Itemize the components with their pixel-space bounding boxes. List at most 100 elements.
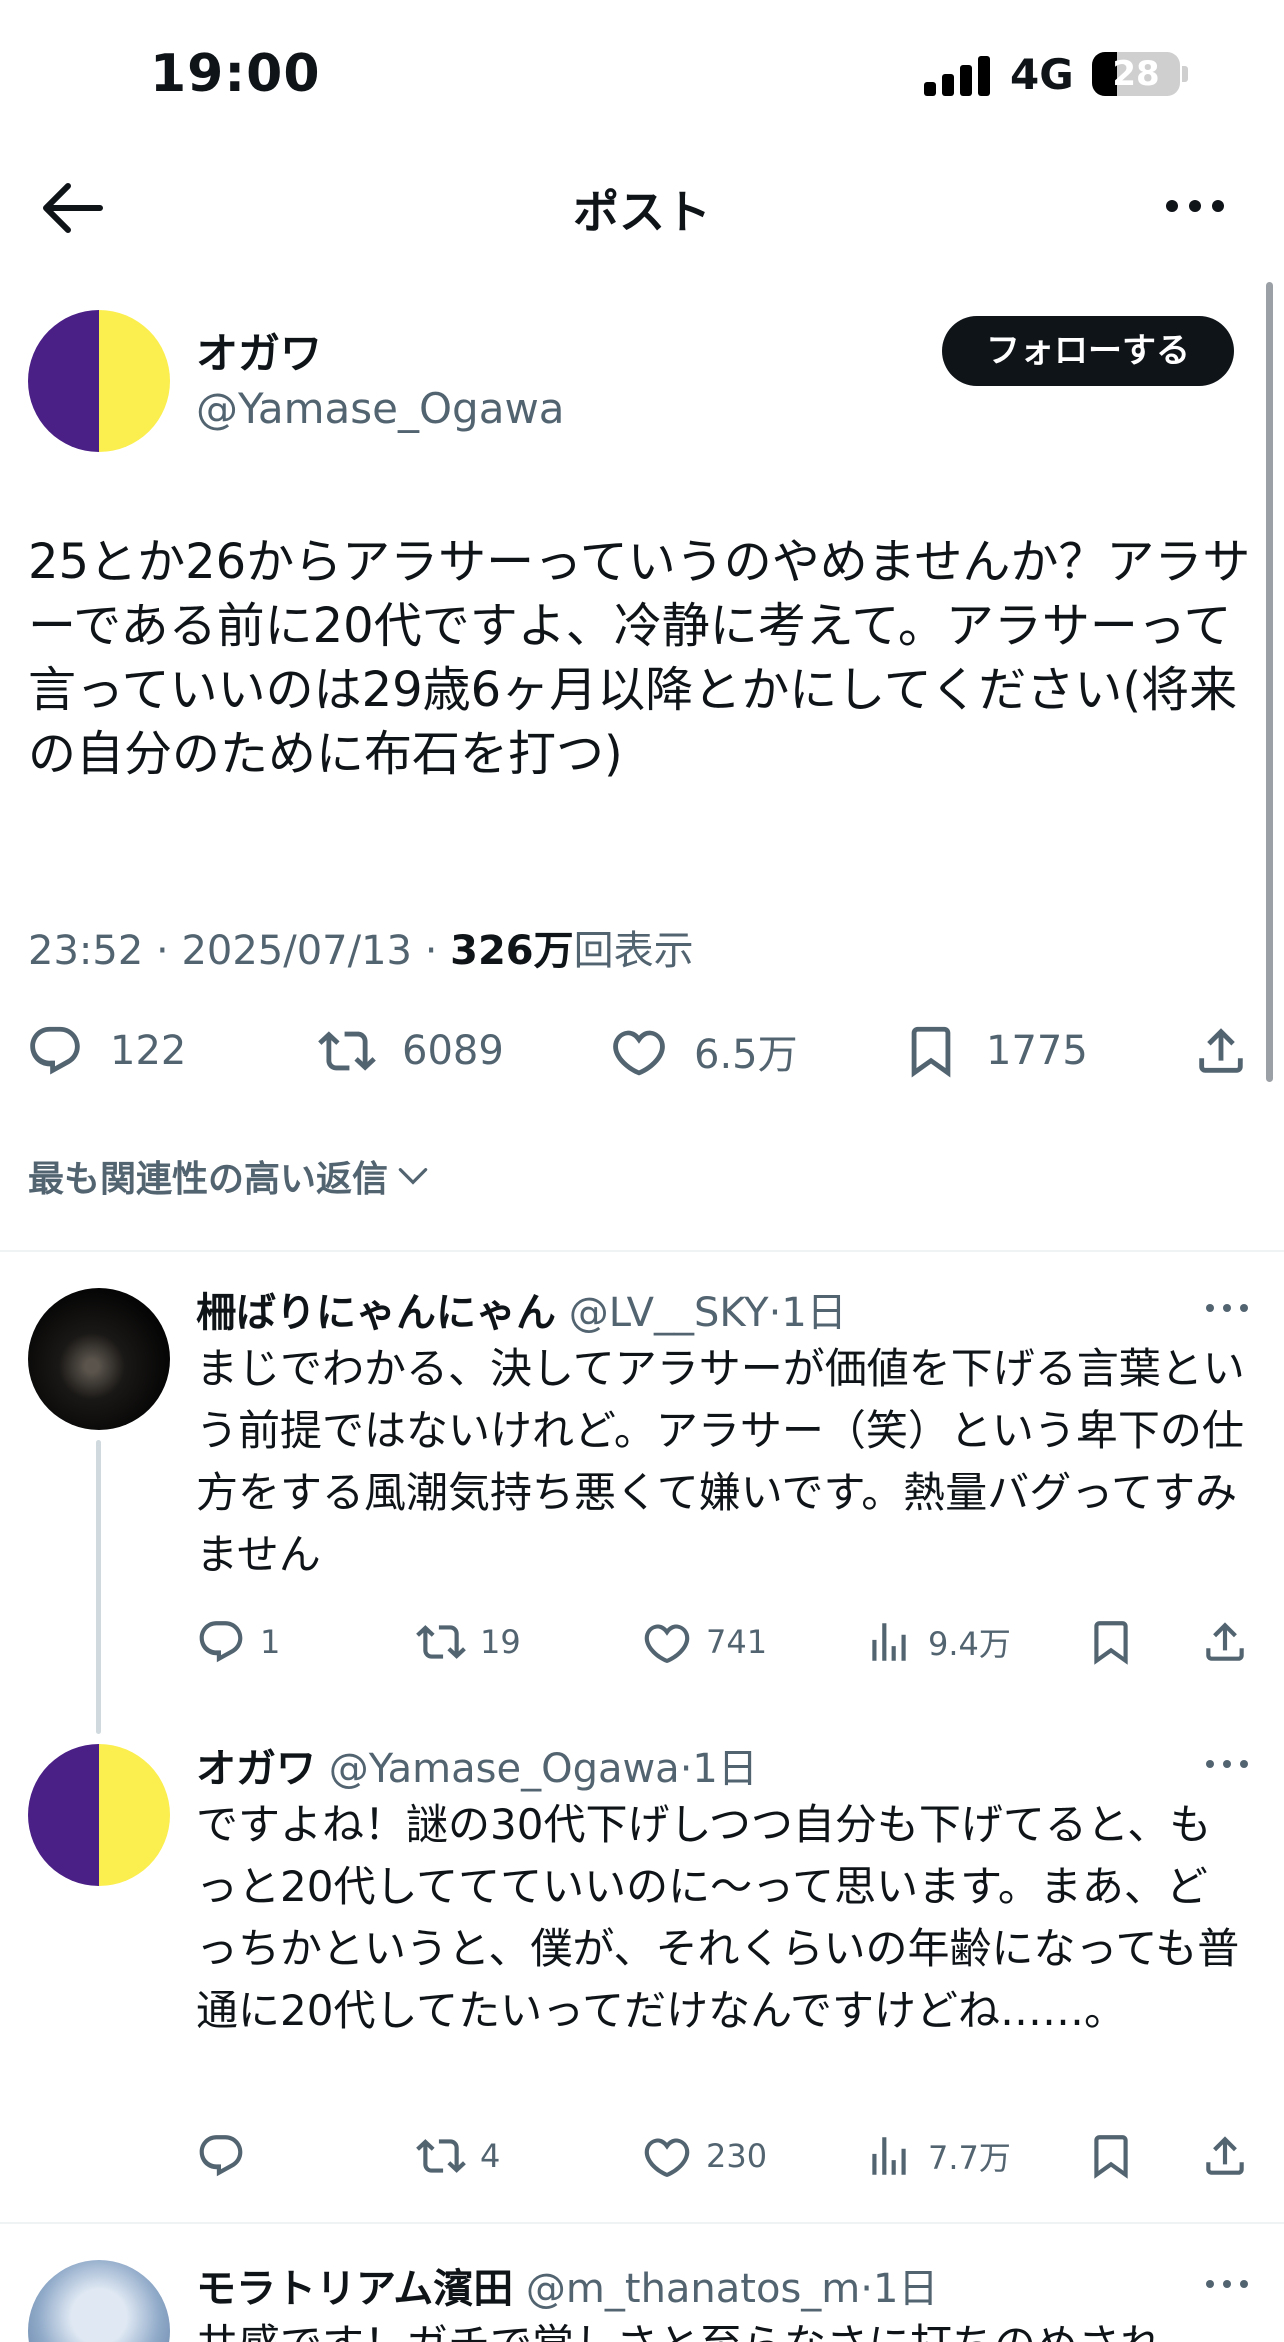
reply-header: 柵ばりにゃんにゃん @LV__SKY·1日 — [196, 1280, 847, 1338]
reply-count: 1 — [260, 1623, 281, 1661]
share-button[interactable] — [1200, 1614, 1264, 1670]
speech-bubble-icon — [26, 1022, 84, 1080]
reply-avatar[interactable] — [28, 1288, 170, 1430]
follow-button[interactable]: フォローする — [942, 316, 1234, 386]
views-count: 7.7万 — [928, 2139, 1011, 2177]
meta-separator: · — [411, 928, 451, 974]
more-horizontal-icon — [1166, 200, 1224, 212]
reply-button[interactable]: 122 — [26, 1016, 186, 1086]
like-count: 741 — [706, 1623, 768, 1661]
reply-time[interactable]: 1日 — [692, 1746, 757, 1792]
views-button[interactable]: 7.7万 — [864, 2128, 1011, 2184]
reply-item[interactable]: モラトリアム濱田 @m_thanatos_m·1日 共感です！ガチで覚しさと至ら… — [0, 2256, 1284, 2342]
status-bar: 19:00 4G 28 — [0, 0, 1284, 150]
bookmark-button[interactable]: 1775 — [902, 1016, 1088, 1086]
reply-button[interactable]: 1 — [196, 1614, 280, 1670]
more-button[interactable] — [1160, 186, 1230, 226]
repost-button[interactable]: 19 — [416, 1614, 521, 1670]
reply-avatar[interactable] — [28, 2260, 170, 2342]
reply-time[interactable]: 1日 — [873, 2266, 938, 2312]
bookmark-icon — [1086, 1617, 1136, 1667]
share-button[interactable] — [1200, 2128, 1264, 2184]
bookmark-count: 1775 — [986, 1028, 1088, 1074]
reply-avatar[interactable] — [28, 1744, 170, 1886]
post-time: 23:52 — [28, 928, 144, 974]
reply-actions: 4 230 7.7万 — [0, 2128, 1284, 2184]
divider — [0, 2222, 1284, 2224]
views-label: 回表示 — [573, 928, 694, 974]
post-meta: 23:52 · 2025/07/13 · 326万回表示 — [28, 918, 694, 976]
bookmark-button[interactable] — [1086, 1614, 1150, 1670]
reply-sort-label: 最も関連性の高い返信 — [28, 1159, 389, 1200]
network-type: 4G — [1010, 50, 1074, 99]
repost-count: 19 — [480, 1623, 521, 1661]
reply-text: ですよね！謎の30代下げしつつ自分も下げてると、もっと20代しててていいのに〜っ… — [196, 1800, 1240, 2035]
post-actions: 122 6089 6.5万 1775 — [0, 1016, 1284, 1086]
reply-dot: · — [860, 2266, 873, 2312]
reply-count: 122 — [110, 1028, 187, 1074]
post-text: 25とか26からアラサーっていうのやめませんか？アラサーである前に20代ですよ、… — [28, 534, 1251, 782]
more-horizontal-icon[interactable] — [1204, 1300, 1250, 1316]
top-nav: ポスト — [0, 150, 1284, 266]
views-count: 9.4万 — [928, 1625, 1011, 1663]
views-count: 326万 — [450, 928, 574, 974]
reply-item[interactable]: 柵ばりにゃんにゃん @LV__SKY·1日 まじでわかる、決してアラサーが価値を… — [0, 1280, 1284, 1680]
reply-item[interactable]: オガワ @Yamase_Ogawa·1日 ですよね！謎の30代下げしつつ自分も下… — [0, 1736, 1284, 2196]
reply-sort-dropdown[interactable]: 最も関連性の高い返信 — [28, 1150, 432, 1202]
share-upload-icon — [1192, 1022, 1250, 1080]
cellular-signal-icon — [924, 56, 992, 96]
repost-arrows-icon — [416, 2131, 466, 2181]
status-time: 19:00 — [150, 44, 321, 104]
reply-author-handle[interactable]: @LV__SKY — [569, 1290, 769, 1336]
speech-bubble-icon — [196, 2131, 246, 2181]
bar-chart-icon — [864, 2131, 914, 2181]
like-count: 230 — [706, 2137, 768, 2175]
reply-header: モラトリアム濱田 @m_thanatos_m·1日 — [196, 2256, 938, 2314]
reply-author-handle[interactable]: @m_thanatos_m — [526, 2266, 860, 2312]
divider — [0, 1250, 1284, 1252]
reply-author-name[interactable]: モラトリアム濱田 — [196, 2266, 513, 2312]
reply-dot: · — [768, 1290, 782, 1336]
share-upload-icon — [1200, 1617, 1250, 1667]
author-avatar[interactable] — [28, 310, 170, 452]
share-button[interactable] — [1192, 1016, 1250, 1086]
reply-actions: 1 19 741 9.4万 — [0, 1614, 1284, 1670]
scrollbar[interactable] — [1266, 282, 1273, 1082]
like-count: 6.5万 — [694, 1032, 798, 1078]
page-title: ポスト — [573, 185, 711, 239]
reply-author-name[interactable]: 柵ばりにゃんにゃん — [196, 1290, 556, 1336]
heart-icon — [642, 2131, 692, 2181]
repost-arrows-icon — [416, 1617, 466, 1667]
bar-chart-icon — [864, 1617, 914, 1667]
battery-percent: 28 — [1112, 54, 1160, 94]
author-handle[interactable]: @Yamase_Ogawa — [196, 384, 565, 433]
like-button[interactable]: 6.5万 — [610, 1016, 798, 1086]
bookmark-button[interactable] — [1086, 2128, 1150, 2184]
bookmark-icon — [902, 1022, 960, 1080]
share-upload-icon — [1200, 2131, 1250, 2181]
reply-author-name[interactable]: オガワ — [196, 1746, 316, 1792]
repost-button[interactable]: 6089 — [318, 1016, 504, 1086]
heart-icon — [642, 1617, 692, 1667]
post-date: 2025/07/13 — [181, 928, 412, 974]
more-horizontal-icon[interactable] — [1204, 1756, 1250, 1772]
like-button[interactable]: 741 — [642, 1614, 767, 1670]
author-name[interactable]: オガワ — [196, 320, 322, 381]
reply-text: 共感です！ガチで覚しさと至らなさに打ちのめされ — [196, 2314, 1246, 2342]
chevron-down-icon — [398, 1168, 428, 1185]
more-horizontal-icon[interactable] — [1204, 2276, 1250, 2292]
reply-time[interactable]: 1日 — [781, 1290, 846, 1336]
meta-separator: · — [143, 928, 182, 974]
heart-icon — [610, 1022, 668, 1080]
repost-arrows-icon — [318, 1022, 376, 1080]
like-button[interactable]: 230 — [642, 2128, 767, 2184]
repost-count: 4 — [480, 2137, 501, 2175]
repost-button[interactable]: 4 — [416, 2128, 500, 2184]
bookmark-icon — [1086, 2131, 1136, 2181]
reply-author-handle[interactable]: @Yamase_Ogawa — [329, 1746, 680, 1792]
battery-icon: 28 — [1092, 52, 1180, 96]
views-button[interactable]: 9.4万 — [864, 1614, 1011, 1670]
reply-text: まじでわかる、決してアラサーが価値を下げる言葉という前提ではないけれど。アラサー… — [196, 1344, 1245, 1579]
reply-button[interactable] — [196, 2128, 260, 2184]
battery-cap — [1182, 66, 1188, 82]
